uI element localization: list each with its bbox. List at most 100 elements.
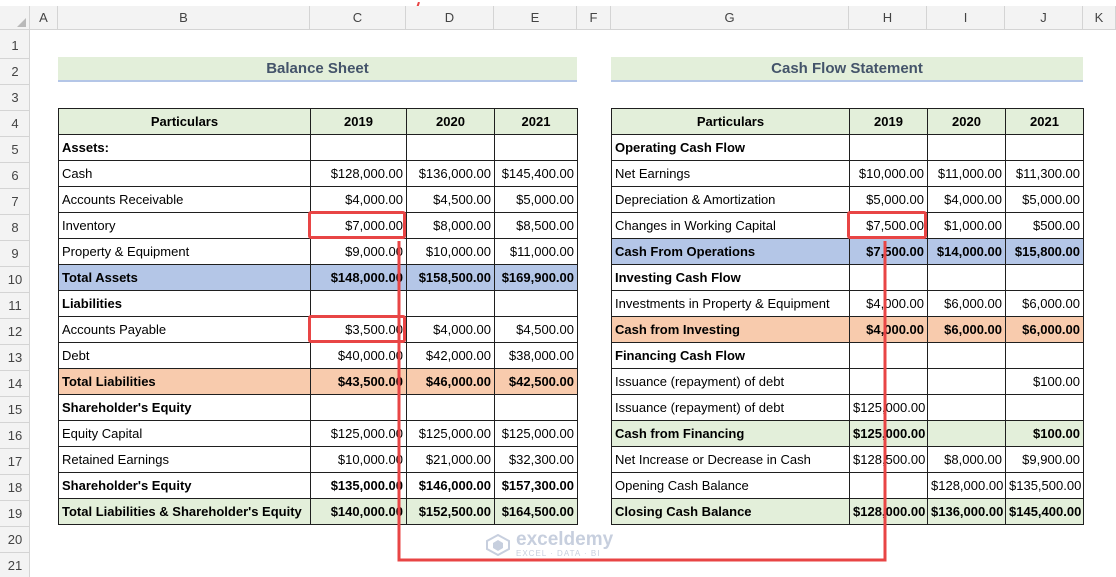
row-header-16[interactable]: 16 <box>0 423 30 449</box>
row-header-6[interactable]: 6 <box>0 163 30 189</box>
value-cell[interactable] <box>310 290 407 317</box>
value-cell[interactable]: $5,000.00 <box>1005 186 1084 213</box>
column-header-a[interactable]: A <box>30 6 58 30</box>
row-label-cell[interactable]: Shareholder's Equity <box>58 394 311 421</box>
value-cell[interactable]: $43,500.00 <box>310 368 407 395</box>
column-header-e[interactable]: E <box>494 6 577 30</box>
value-cell[interactable]: $128,000.00 <box>310 160 407 187</box>
value-cell[interactable] <box>494 134 578 161</box>
value-cell[interactable] <box>1005 264 1084 291</box>
row-label-cell[interactable]: Cash <box>58 160 311 187</box>
row-header-13[interactable]: 13 <box>0 345 30 371</box>
row-header-10[interactable]: 10 <box>0 267 30 293</box>
row-header-7[interactable]: 7 <box>0 189 30 215</box>
row-header-21[interactable]: 21 <box>0 553 30 577</box>
value-cell[interactable]: $140,000.00 <box>310 498 407 525</box>
value-cell[interactable]: $11,300.00 <box>1005 160 1084 187</box>
value-cell[interactable]: $135,000.00 <box>310 472 407 499</box>
value-cell[interactable]: $5,000.00 <box>849 186 928 213</box>
row-header-19[interactable]: 19 <box>0 501 30 527</box>
header-year[interactable]: 2019 <box>310 108 407 135</box>
value-cell[interactable]: $9,000.00 <box>310 238 407 265</box>
row-label-cell[interactable]: Depreciation & Amortization <box>611 186 850 213</box>
value-cell[interactable] <box>310 134 407 161</box>
row-header-8[interactable]: 8 <box>0 215 30 241</box>
value-cell[interactable]: $135,500.00 <box>1005 472 1084 499</box>
value-cell[interactable]: $6,000.00 <box>927 290 1006 317</box>
value-cell[interactable]: $8,000.00 <box>406 212 495 239</box>
value-cell[interactable]: $6,000.00 <box>1005 316 1084 343</box>
value-cell[interactable]: $6,000.00 <box>927 316 1006 343</box>
row-header-11[interactable]: 11 <box>0 293 30 319</box>
value-cell[interactable] <box>927 420 1006 447</box>
row-label-cell[interactable]: Assets: <box>58 134 311 161</box>
select-all-corner[interactable] <box>0 6 30 30</box>
value-cell[interactable]: $8,000.00 <box>927 446 1006 473</box>
value-cell[interactable]: $6,000.00 <box>1005 290 1084 317</box>
row-label-cell[interactable]: Total Liabilities & Shareholder's Equity <box>58 498 311 525</box>
value-cell[interactable]: $1,000.00 <box>927 212 1006 239</box>
row-header-4[interactable]: 4 <box>0 111 30 137</box>
row-header-18[interactable]: 18 <box>0 475 30 501</box>
value-cell[interactable] <box>310 394 407 421</box>
value-cell[interactable]: $136,000.00 <box>927 498 1006 525</box>
row-label-cell[interactable]: Property & Equipment <box>58 238 311 265</box>
row-header-3[interactable]: 3 <box>0 85 30 111</box>
row-header-12[interactable]: 12 <box>0 319 30 345</box>
value-cell[interactable]: $100.00 <box>1005 420 1084 447</box>
row-label-cell[interactable]: Liabilities <box>58 290 311 317</box>
row-label-cell[interactable]: Shareholder's Equity <box>58 472 311 499</box>
value-cell[interactable] <box>406 134 495 161</box>
row-label-cell[interactable]: Equity Capital <box>58 420 311 447</box>
value-cell[interactable]: $148,000.00 <box>310 264 407 291</box>
header-year[interactable]: 2020 <box>406 108 495 135</box>
value-cell[interactable] <box>927 264 1006 291</box>
value-cell[interactable]: $4,000.00 <box>310 186 407 213</box>
row-label-cell[interactable]: Accounts Payable <box>58 316 311 343</box>
column-header-c[interactable]: C <box>310 6 406 30</box>
row-header-9[interactable]: 9 <box>0 241 30 267</box>
row-label-cell[interactable]: Total Assets <box>58 264 311 291</box>
header-particulars[interactable]: Particulars <box>58 108 311 135</box>
column-header-k[interactable]: K <box>1083 6 1116 30</box>
value-cell[interactable]: $14,000.00 <box>927 238 1006 265</box>
column-header-f[interactable]: F <box>577 6 611 30</box>
row-label-cell[interactable]: Retained Earnings <box>58 446 311 473</box>
value-cell[interactable]: $128,000.00 <box>927 472 1006 499</box>
value-cell[interactable]: $100.00 <box>1005 368 1084 395</box>
value-cell[interactable]: $15,800.00 <box>1005 238 1084 265</box>
value-cell[interactable]: $145,400.00 <box>1005 498 1084 525</box>
value-cell[interactable] <box>927 134 1006 161</box>
value-cell[interactable] <box>927 368 1006 395</box>
row-header-15[interactable]: 15 <box>0 397 30 423</box>
value-cell[interactable]: $9,900.00 <box>1005 446 1084 473</box>
value-cell[interactable]: $10,000.00 <box>849 160 928 187</box>
column-header-j[interactable]: J <box>1005 6 1083 30</box>
value-cell[interactable] <box>927 394 1006 421</box>
row-header-2[interactable]: 2 <box>0 59 30 85</box>
value-cell[interactable] <box>1005 342 1084 369</box>
value-cell[interactable] <box>1005 134 1084 161</box>
row-header-17[interactable]: 17 <box>0 449 30 475</box>
column-header-h[interactable]: H <box>849 6 927 30</box>
value-cell[interactable]: $5,000.00 <box>494 186 578 213</box>
value-cell[interactable] <box>1005 394 1084 421</box>
value-cell[interactable]: $10,000.00 <box>310 446 407 473</box>
row-header-1[interactable]: 1 <box>0 33 30 59</box>
value-cell[interactable]: $40,000.00 <box>310 342 407 369</box>
value-cell[interactable]: $500.00 <box>1005 212 1084 239</box>
value-cell[interactable] <box>927 342 1006 369</box>
value-cell[interactable]: $125,000.00 <box>310 420 407 447</box>
value-cell[interactable]: $4,500.00 <box>406 186 495 213</box>
value-cell[interactable]: $11,000.00 <box>927 160 1006 187</box>
header-year[interactable]: 2021 <box>494 108 578 135</box>
header-particulars[interactable]: Particulars <box>611 108 850 135</box>
row-label-cell[interactable]: Changes in Working Capital <box>611 212 850 239</box>
row-label-cell[interactable]: Operating Cash Flow <box>611 134 850 161</box>
row-label-cell[interactable]: Accounts Receivable <box>58 186 311 213</box>
row-header-14[interactable]: 14 <box>0 371 30 397</box>
row-label-cell[interactable]: Inventory <box>58 212 311 239</box>
value-cell[interactable]: $145,400.00 <box>494 160 578 187</box>
value-cell[interactable]: $136,000.00 <box>406 160 495 187</box>
header-year[interactable]: 2020 <box>927 108 1006 135</box>
